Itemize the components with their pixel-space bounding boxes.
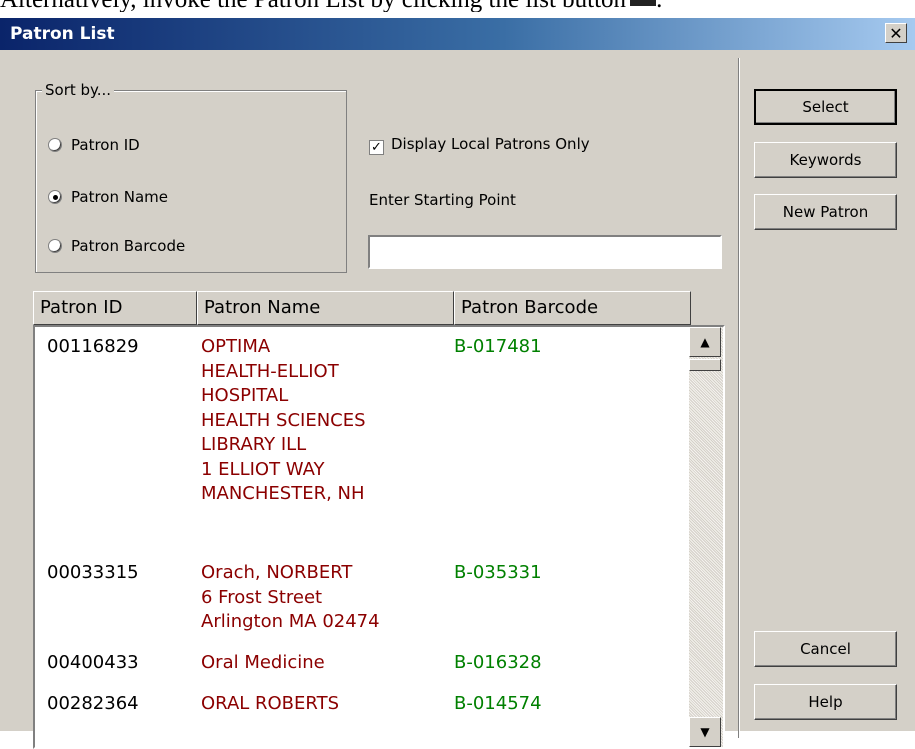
name-line: 6 Frost Street [201,586,323,608]
patron-barcode-cell: B-017481 [454,336,542,357]
radio-patron-name[interactable]: Patron Name [48,188,168,206]
patron-barcode-cell: B-014574 [454,693,542,714]
patron-name-cell: OPTIMA HEALTH-ELLIOT HOSPITAL HEALTH SCI… [201,335,366,507]
select-button[interactable]: Select [754,89,897,125]
arrow-up-icon: ▲ [700,335,710,349]
name-line: 1 ELLIOT WAY [201,458,325,480]
patron-id-cell: 00116829 [47,336,139,357]
display-local-label: Display Local Patrons Only [391,135,590,153]
patron-list: 00116829 OPTIMA HEALTH-ELLIOT HOSPITAL H… [33,325,725,749]
sort-by-legend: Sort by... [42,81,115,99]
name-line: HEALTH-ELLIOT [201,360,339,382]
window-title: Patron List [10,24,115,44]
radio-selected-icon[interactable] [48,190,62,204]
name-line: MANCHESTER, NH [201,483,365,504]
keywords-button[interactable]: Keywords [754,142,897,178]
patron-barcode-cell: B-016328 [454,652,542,673]
radio-circle-icon[interactable] [48,138,62,152]
column-headers: Patron ID Patron Name Patron Barcode [33,291,691,325]
scroll-down-button[interactable]: ▼ [689,717,721,747]
name-line: ORAL ROBERTS [201,693,340,714]
name-line: HEALTH SCIENCES [201,409,366,431]
help-button[interactable]: Help [754,684,897,720]
caption-text: Alternatively, invoke the Patron List by… [0,0,915,12]
radio-label: Patron Name [71,188,168,206]
scroll-thumb[interactable] [689,359,721,371]
display-local-checkbox-row[interactable]: ✓ Display Local Patrons Only [369,135,590,155]
patron-id-cell: 00400433 [47,652,139,673]
patron-name-cell: Oral Medicine [201,651,325,676]
new-patron-button[interactable]: New Patron [754,194,897,230]
patron-barcode-cell: B-035331 [454,562,542,583]
patron-id-cell: 00033315 [47,562,139,583]
sort-by-group: Sort by... Patron ID Patron Name Patron … [35,81,347,273]
patron-id-cell: 00282364 [47,693,139,714]
column-header-patron-barcode[interactable]: Patron Barcode [454,291,691,325]
list-button-icon [630,0,657,7]
arrow-down-icon: ▼ [700,725,710,739]
button-panel-divider [738,58,740,738]
starting-point-input[interactable] [368,235,722,269]
name-line: OPTIMA [201,336,271,357]
name-line: LIBRARY ILL [201,434,307,455]
name-line: HOSPITAL [201,385,289,406]
starting-point-label: Enter Starting Point [369,191,516,209]
radio-label: Patron ID [71,136,140,154]
radio-patron-barcode[interactable]: Patron Barcode [48,237,185,255]
patron-name-cell: Orach, NORBERT 6 Frost Street Arlington … [201,561,380,635]
name-line: Oral Medicine [201,652,325,673]
scroll-up-button[interactable]: ▲ [689,327,721,357]
title-bar: Patron List ✕ [0,18,915,50]
column-header-patron-name[interactable]: Patron Name [197,291,454,325]
checkbox-checked-icon[interactable]: ✓ [369,140,384,155]
name-line: Orach, NORBERT [201,562,353,583]
radio-circle-icon[interactable] [48,239,62,253]
name-line: Arlington MA 02474 [201,611,380,632]
column-header-patron-id[interactable]: Patron ID [33,291,197,325]
close-button[interactable]: ✕ [885,23,907,43]
vertical-scrollbar[interactable]: ▲ ▼ [689,327,723,747]
patron-name-cell: ORAL ROBERTS [201,692,339,717]
caption-label: Alternatively, invoke the Patron List by… [0,0,626,12]
patron-list-dialog: Patron List ✕ Sort by... Patron ID Patro… [0,18,915,749]
cancel-button[interactable]: Cancel [754,631,897,667]
radio-patron-id[interactable]: Patron ID [48,136,140,154]
radio-label: Patron Barcode [71,237,186,255]
